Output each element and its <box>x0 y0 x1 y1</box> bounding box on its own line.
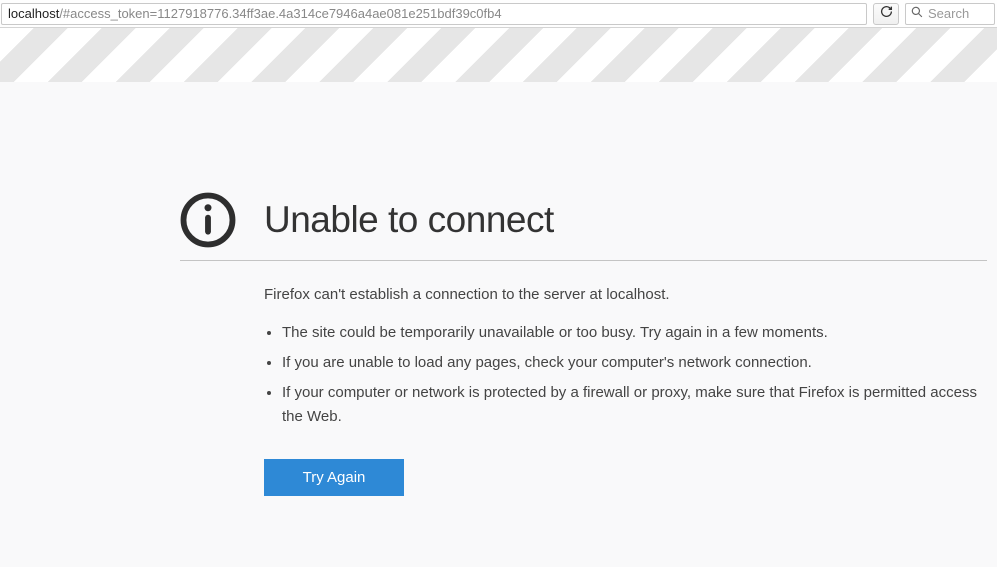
error-tip: If your computer or network is protected… <box>282 381 987 429</box>
search-icon <box>911 5 923 23</box>
error-body: Firefox can't establish a connection to … <box>264 283 987 496</box>
error-page: Unable to connect Firefox can't establis… <box>0 82 997 496</box>
url-path: /#access_token=1127918776.34ff3ae.4a314c… <box>59 6 501 21</box>
browser-toolbar: localhost/#access_token=1127918776.34ff3… <box>0 0 997 28</box>
search-bar[interactable]: Search <box>905 3 995 25</box>
info-icon <box>180 192 236 248</box>
error-tip: The site could be temporarily unavailabl… <box>282 321 987 345</box>
search-placeholder: Search <box>928 6 969 21</box>
error-tips-list: The site could be temporarily unavailabl… <box>264 321 987 429</box>
warning-stripe <box>0 28 997 82</box>
error-title: Unable to connect <box>264 199 554 241</box>
error-header: Unable to connect <box>180 192 987 261</box>
reload-icon <box>880 5 893 23</box>
url-host: localhost <box>8 6 59 21</box>
reload-button[interactable] <box>873 3 899 25</box>
error-description: Firefox can't establish a connection to … <box>264 283 987 307</box>
try-again-button[interactable]: Try Again <box>264 459 404 496</box>
url-bar[interactable]: localhost/#access_token=1127918776.34ff3… <box>1 3 867 25</box>
error-tip: If you are unable to load any pages, che… <box>282 351 987 375</box>
